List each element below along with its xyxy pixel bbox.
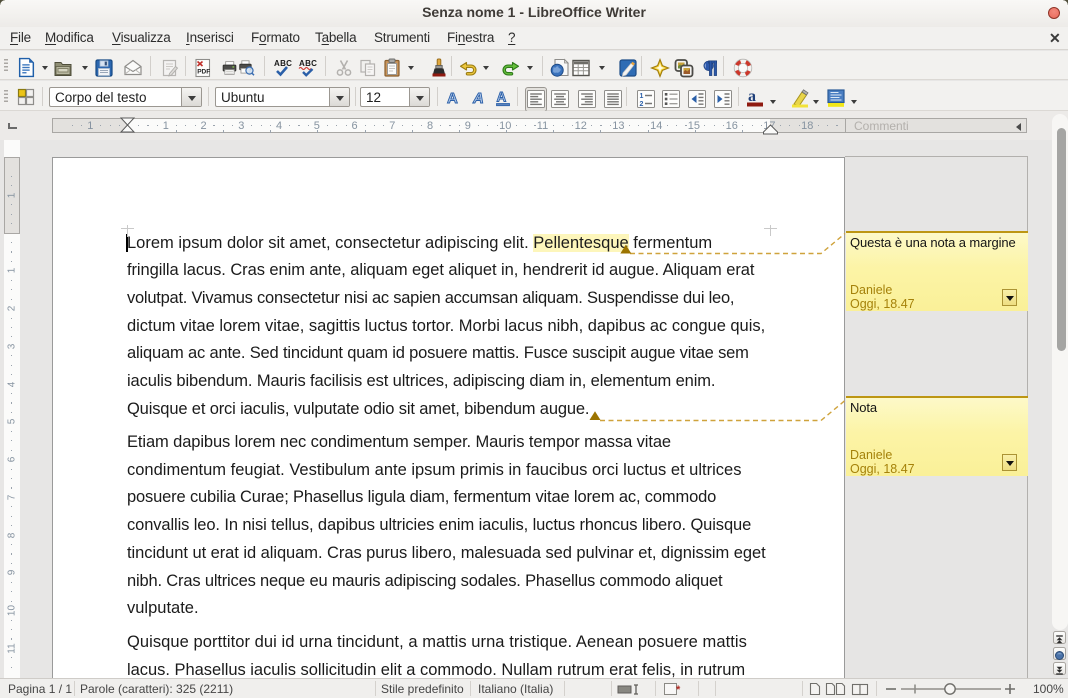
svg-text:a: a [748, 88, 756, 105]
svg-text:PDF: PDF [197, 69, 210, 76]
svg-text:*: * [676, 684, 681, 696]
svg-text:1: 1 [640, 93, 644, 100]
svg-text:A: A [447, 90, 458, 107]
svg-text:A: A [497, 90, 507, 105]
svg-text:ABC: ABC [274, 59, 292, 68]
svg-text:A: A [472, 90, 484, 107]
svg-text:ABC: ABC [299, 59, 317, 68]
svg-text:2: 2 [640, 101, 644, 108]
